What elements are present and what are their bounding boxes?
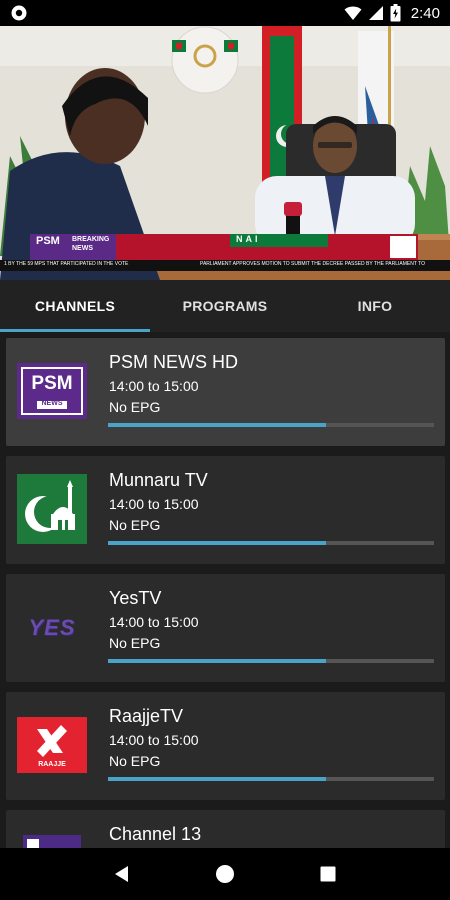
recents-button[interactable] (308, 854, 348, 894)
channel-time: 14:00 to 15:00 (109, 496, 199, 512)
ticker-text: PARLIAMENT APPROVES MOTION TO SUBMIT THE… (200, 261, 425, 267)
ticker-text-left: 1 BY THE 59 MPS THAT PARTICIPATED IN THE… (4, 261, 129, 267)
home-button[interactable] (205, 854, 245, 894)
channel-name: PSM NEWS HD (109, 352, 239, 372)
raajje-logo-text: RAAJJE (38, 761, 66, 768)
program-progress-fill (108, 777, 327, 781)
channel-name: Munnaru TV (109, 470, 208, 490)
wifi-icon (344, 6, 362, 20)
circle-app-icon (11, 5, 27, 21)
program-progress-bar (108, 423, 434, 427)
channel-epg: No EPG (109, 635, 161, 651)
channel-epg: No EPG (109, 399, 161, 415)
munnaru-mosque-logo (17, 474, 87, 544)
channel-13-logo (17, 835, 87, 848)
channel-epg: No EPG (109, 517, 161, 533)
channel-item-munnaru-tv[interactable]: Munnaru TV 14:00 to 15:00 No EPG (6, 456, 445, 564)
yes-tv-logo: YES (17, 599, 87, 655)
tab-channels[interactable]: CHANNELS (0, 280, 150, 332)
channel-item-psm-news-hd[interactable]: PSM NEWS PSM NEWS HD 14:00 to 15:00 No E… (6, 338, 445, 446)
recents-icon (320, 866, 336, 882)
navigation-bar (0, 848, 450, 900)
program-progress-bar (108, 659, 434, 663)
channel-name: Channel 13 (109, 824, 202, 844)
program-progress-fill (108, 423, 327, 427)
battery-charging-icon (390, 4, 401, 22)
psm-logo-text: PSM (31, 373, 73, 394)
home-icon (215, 865, 234, 883)
tab-bar: CHANNELS PROGRAMS INFO (0, 280, 450, 332)
raajje-tv-logo: RAAJJE (17, 717, 87, 773)
channel-item-channel-13[interactable]: Channel 13 (6, 810, 445, 848)
status-bar: 2:40 (0, 0, 450, 26)
status-time: 2:40 (410, 4, 440, 22)
video-frame (0, 26, 450, 280)
back-button[interactable] (102, 854, 142, 894)
yes-logo-text: YES (28, 615, 76, 640)
channel-name: YesTV (109, 588, 162, 608)
program-progress-fill (108, 541, 327, 545)
channel-time: 14:00 to 15:00 (109, 614, 199, 630)
banner-label: NAI (236, 234, 261, 244)
signal-icon (368, 6, 383, 20)
tab-info[interactable]: INFO (300, 280, 450, 332)
tab-programs[interactable]: PROGRAMS (150, 280, 300, 332)
channel-time: 14:00 to 15:00 (109, 378, 199, 394)
program-progress-bar (108, 541, 434, 545)
channel-list[interactable]: PSM NEWS PSM NEWS HD 14:00 to 15:00 No E… (0, 332, 450, 848)
channel-time: 14:00 to 15:00 (109, 732, 199, 748)
channel-item-raajjetv[interactable]: RAAJJE RaajjeTV 14:00 to 15:00 No EPG (6, 692, 445, 800)
psm-news-logo: PSM NEWS (17, 363, 87, 419)
ticker-tag: BREAKING NEWS (72, 236, 110, 252)
psm-logo-sub: NEWS (41, 400, 63, 407)
program-progress-fill (108, 659, 327, 663)
channel-name: RaajjeTV (109, 706, 184, 726)
ticker-brand: PSM (36, 235, 60, 247)
channel-item-yestv[interactable]: YES YesTV 14:00 to 15:00 No EPG (6, 574, 445, 682)
program-progress-bar (108, 777, 434, 781)
video-player[interactable]: PSM BREAKING NEWS NAI 1 BY THE 59 MPS TH… (0, 26, 450, 280)
channel-epg: No EPG (109, 753, 161, 769)
back-icon (114, 866, 128, 882)
